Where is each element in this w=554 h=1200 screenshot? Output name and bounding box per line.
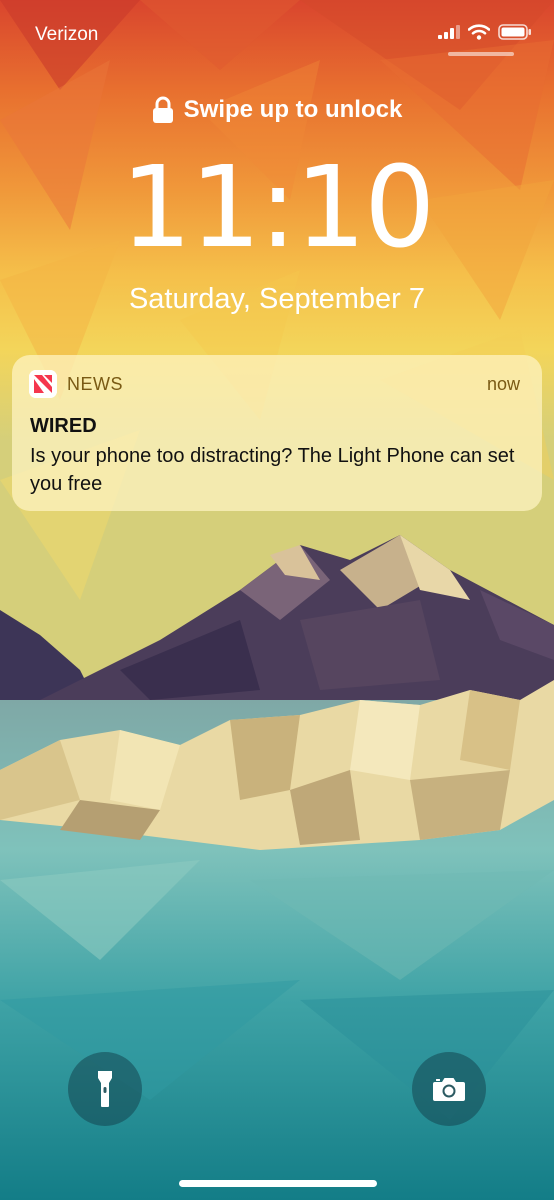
unlock-hint-text: Swipe up to unlock [183,96,403,123]
clock-time: 11:10 [120,143,436,273]
unlock-hint: Swipe up to unlock [0,96,554,124]
home-indicator[interactable] [179,1180,377,1187]
carrier-name: Verizon [35,24,99,45]
notification-body: Is your phone too distracting? The Light… [30,445,515,495]
news-notification[interactable]: NEWS now WIRED Is your phone too distrac… [12,355,542,511]
status-bar: Verizon [0,0,554,60]
camera-button[interactable] [412,1052,486,1126]
news-app-icon [29,370,57,398]
status-icons [438,24,532,40]
control-center-indicator[interactable] [448,52,514,56]
flashlight-icon [98,1071,112,1107]
clock-date: Saturday, September 7 [128,283,426,315]
signal-bars-icon [438,25,460,39]
flashlight-button[interactable] [68,1052,142,1126]
notification-title: WIRED [30,415,97,437]
lock-icon [152,96,173,123]
camera-icon [433,1078,465,1101]
battery-icon [498,24,531,40]
notification-time: now [486,374,520,394]
notification-app-name: NEWS [67,374,123,394]
wifi-icon [468,24,490,40]
